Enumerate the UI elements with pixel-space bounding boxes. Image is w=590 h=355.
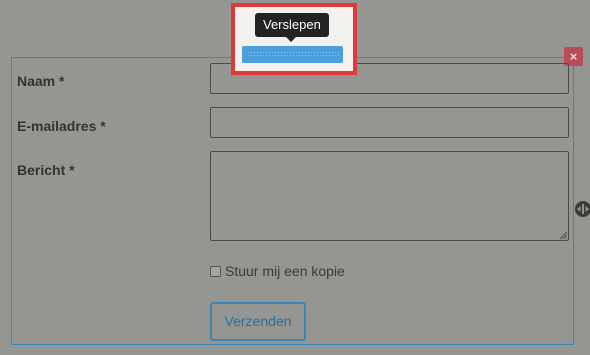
email-label: E-mailadres * [17, 118, 106, 134]
tooltip-arrow [286, 37, 296, 42]
naam-label: Naam * [17, 73, 65, 89]
email-input[interactable] [210, 107, 569, 138]
submit-button[interactable]: Verzenden [210, 302, 306, 341]
horizontal-resize-handle[interactable] [575, 201, 590, 217]
drag-handle[interactable] [242, 46, 343, 63]
grip-dots-icon [246, 51, 339, 58]
resize-arrows-icon [577, 204, 589, 214]
drag-tooltip: Verslepen [255, 13, 329, 37]
copy-checkbox-label: Stuur mij een kopie [225, 263, 345, 279]
bericht-label: Bericht * [17, 162, 75, 178]
copy-checkbox[interactable] [210, 265, 221, 277]
bericht-textarea[interactable] [210, 151, 569, 241]
resize-grip-icon[interactable] [559, 231, 567, 239]
copy-checkbox-row[interactable]: Stuur mij een kopie [210, 263, 345, 279]
